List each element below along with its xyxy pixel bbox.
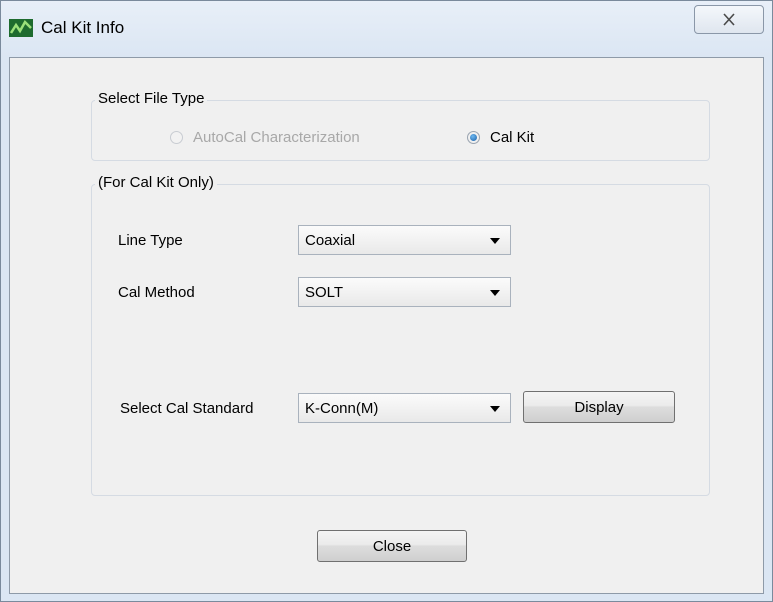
radio-autocal-label: AutoCal Characterization	[193, 129, 360, 146]
radio-cal-kit[interactable]: Cal Kit	[467, 129, 534, 146]
cal-standard-value: K-Conn(M)	[305, 400, 379, 417]
cal-kit-group: (For Cal Kit Only) Line Type Coaxial Cal…	[91, 174, 710, 496]
app-icon	[9, 19, 33, 37]
chevron-down-icon	[490, 290, 500, 296]
display-button[interactable]: Display	[523, 391, 675, 423]
line-type-label: Line Type	[118, 232, 183, 249]
window-close-button[interactable]	[694, 5, 764, 34]
file-type-group: Select File Type AutoCal Characterizatio…	[91, 90, 710, 161]
radio-circle-icon	[170, 131, 183, 144]
line-type-dropdown[interactable]: Coaxial	[298, 225, 511, 255]
cal-kit-group-label: (For Cal Kit Only)	[95, 174, 217, 191]
window-title: Cal Kit Info	[41, 18, 125, 37]
cal-method-value: SOLT	[305, 284, 344, 301]
close-button[interactable]: Close	[317, 530, 467, 562]
cal-standard-label: Select Cal Standard	[120, 400, 254, 417]
x-close-icon	[723, 13, 735, 26]
cal-method-label: Cal Method	[118, 284, 195, 301]
radio-cal-kit-label: Cal Kit	[490, 129, 535, 146]
cal-method-dropdown[interactable]: SOLT	[298, 277, 511, 307]
dialog-window: Cal Kit Info Select File Type AutoCal Ch…	[0, 0, 773, 602]
chevron-down-icon	[490, 238, 500, 244]
radio-selected-icon	[467, 131, 480, 144]
file-type-group-label: Select File Type	[95, 90, 208, 107]
cal-standard-dropdown[interactable]: K-Conn(M)	[298, 393, 511, 423]
chevron-down-icon	[490, 406, 500, 412]
line-type-value: Coaxial	[305, 232, 356, 249]
title-bar[interactable]: Cal Kit Info	[1, 1, 772, 57]
dialog-body: Select File Type AutoCal Characterizatio…	[9, 57, 764, 594]
radio-autocal-characterization[interactable]: AutoCal Characterization	[170, 129, 360, 146]
